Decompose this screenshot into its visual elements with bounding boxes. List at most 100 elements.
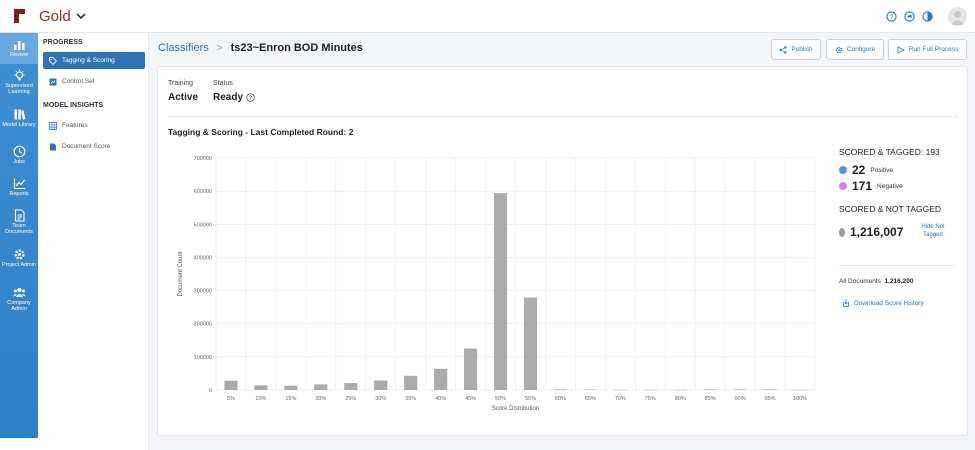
negative-label: Negative bbox=[877, 182, 903, 190]
nav-review-label: Review bbox=[9, 52, 29, 58]
run-full-process-button[interactable]: Run Full Process bbox=[888, 39, 967, 60]
avatar[interactable] bbox=[948, 7, 967, 26]
subnav-tagging-scoring[interactable]: Tagging & Scoring bbox=[43, 52, 145, 69]
theme-icon[interactable] bbox=[922, 11, 933, 22]
nav-project-admin-label: Project Admin bbox=[2, 262, 36, 268]
configure-button[interactable]: Configure bbox=[826, 39, 884, 60]
y-tick-label: 500000 bbox=[194, 222, 212, 228]
y-tick-label: 0 bbox=[209, 388, 212, 394]
x-tick-label: 100% bbox=[793, 396, 807, 402]
hide-not-tagged-link[interactable]: Hide Not Tagged bbox=[915, 223, 951, 239]
model-insights-section-title: MODEL INSIGHTS bbox=[43, 102, 104, 109]
x-tick-label: 85% bbox=[705, 396, 716, 402]
chart-bar bbox=[583, 389, 597, 391]
y-tick-label: 600000 bbox=[194, 189, 212, 195]
gear-icon bbox=[14, 249, 24, 260]
nav-jobs-label: Jobs bbox=[13, 159, 25, 165]
all-documents-label: All Documents: bbox=[839, 278, 883, 285]
nav-team-documents[interactable]: Team Documents bbox=[0, 209, 38, 235]
chart-bar bbox=[224, 380, 238, 390]
x-tick-label: 10% bbox=[255, 396, 266, 402]
y-tick-label: 200000 bbox=[194, 322, 212, 328]
negative-dot bbox=[839, 182, 847, 190]
chart-bar bbox=[344, 383, 358, 390]
chart-bar bbox=[523, 297, 538, 390]
nav-supervised-learning[interactable]: Supervised Learning bbox=[0, 69, 38, 95]
chart-bar bbox=[463, 348, 478, 390]
content-card: Training Active Status Ready ? Tagging &… bbox=[157, 66, 968, 436]
y-axis-label: Document Count bbox=[178, 251, 184, 296]
subnav-control-set[interactable]: Control Set bbox=[43, 73, 145, 90]
positive-dot bbox=[839, 166, 847, 174]
chart-bar bbox=[493, 193, 508, 390]
all-documents-value: 1,216,200 bbox=[884, 278, 914, 285]
x-axis-label: Score Distribution bbox=[492, 406, 539, 412]
sub-navigation: PROGRESS Tagging & Scoring Control Set M… bbox=[38, 33, 149, 450]
chart-bar bbox=[254, 385, 268, 390]
library-icon bbox=[14, 109, 25, 120]
scored-tagged-heading: SCORED & TAGGED: 193 bbox=[839, 147, 940, 157]
lightbulb-icon bbox=[14, 69, 24, 81]
y-tick-label: 400000 bbox=[194, 255, 212, 261]
nav-model-library[interactable]: Model Library bbox=[0, 108, 38, 128]
workspace-selector[interactable]: Gold bbox=[39, 8, 86, 25]
subnav-features-label: Features bbox=[62, 122, 88, 129]
download-score-history-label: Download Score History bbox=[854, 299, 924, 307]
not-tagged-count: 1,216,007 bbox=[850, 225, 904, 239]
all-documents: All Documents: 1,216,200 bbox=[839, 278, 913, 285]
chart-bar bbox=[284, 385, 298, 390]
file-icon bbox=[50, 143, 56, 150]
app-logo-icon[interactable] bbox=[11, 7, 29, 25]
subnav-tagging-scoring-label: Tagging & Scoring bbox=[62, 57, 115, 64]
nav-jobs[interactable]: Jobs bbox=[0, 145, 38, 165]
share-icon bbox=[779, 45, 787, 54]
help-icon[interactable]: ? bbox=[886, 11, 897, 22]
workspace-name: Gold bbox=[39, 7, 71, 25]
x-tick-label: 65% bbox=[585, 396, 596, 402]
chart-bar bbox=[763, 389, 777, 390]
nav-review[interactable]: Review bbox=[0, 33, 38, 64]
page-title: ts23~Enron BOD Minutes bbox=[230, 42, 363, 54]
breadcrumb: Classifiers > ts23~Enron BOD Minutes bbox=[158, 42, 363, 54]
publish-button-label: Publish bbox=[791, 46, 813, 53]
chart-bar bbox=[673, 389, 687, 391]
grid-icon bbox=[49, 121, 57, 130]
x-tick-label: 95% bbox=[765, 396, 776, 402]
bar-chart-icon bbox=[13, 41, 24, 50]
subnav-document-score[interactable]: Document Score bbox=[43, 138, 145, 155]
scored-not-tagged-heading: SCORED & NOT TAGGED bbox=[839, 204, 942, 214]
subnav-features[interactable]: Features bbox=[43, 117, 145, 134]
x-tick-label: 30% bbox=[375, 396, 386, 402]
subnav-document-score-label: Document Score bbox=[62, 143, 111, 150]
publish-button[interactable]: Publish bbox=[771, 39, 821, 60]
nav-team-documents-label: Team Documents bbox=[5, 223, 33, 235]
clock-icon bbox=[13, 145, 25, 158]
nav-company-admin-label: Company Admin bbox=[7, 300, 31, 312]
y-tick-label: 300000 bbox=[194, 289, 212, 295]
x-tick-label: 70% bbox=[615, 396, 626, 402]
x-tick-label: 75% bbox=[645, 396, 656, 402]
chart-bar bbox=[703, 389, 717, 390]
x-tick-label: 90% bbox=[735, 396, 746, 402]
chart-bar bbox=[793, 389, 807, 391]
x-tick-label: 60% bbox=[555, 396, 566, 402]
svg-text:?: ? bbox=[890, 14, 894, 21]
nav-model-library-label: Model Library bbox=[2, 122, 36, 128]
chart-bar bbox=[314, 384, 328, 390]
positive-row: 22 Positive bbox=[839, 163, 893, 177]
tag-icon bbox=[49, 56, 57, 65]
positive-count: 22 bbox=[852, 163, 866, 177]
nav-project-admin[interactable]: Project Admin bbox=[0, 248, 38, 268]
breadcrumb-classifiers-link[interactable]: Classifiers bbox=[158, 42, 209, 54]
nav-reports[interactable]: Reports bbox=[0, 177, 38, 197]
download-score-history-link[interactable]: Download Score History bbox=[842, 299, 924, 307]
chart-bar bbox=[404, 375, 418, 390]
negative-count: 171 bbox=[852, 179, 873, 193]
negative-row: 171 Negative bbox=[839, 179, 903, 193]
score-distribution-chart: 0 100000 200000 300000 400000 500000 600000 700… bbox=[178, 156, 816, 412]
cloud-icon[interactable] bbox=[904, 11, 915, 22]
chart-bar bbox=[434, 368, 448, 390]
breadcrumb-separator: > bbox=[216, 42, 223, 54]
document-icon bbox=[14, 209, 25, 222]
nav-company-admin[interactable]: Company Admin bbox=[0, 286, 38, 312]
